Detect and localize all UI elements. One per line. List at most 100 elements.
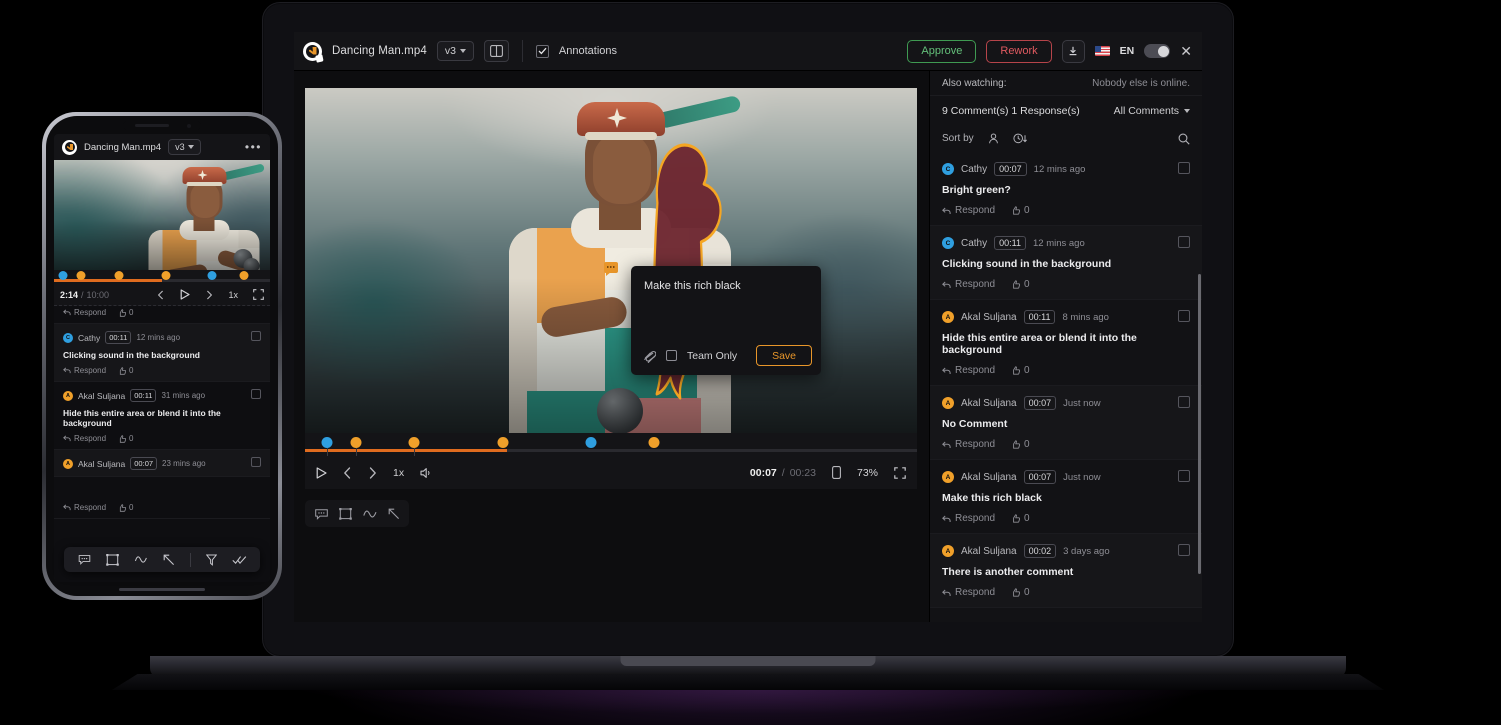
- play-icon[interactable]: [316, 467, 327, 479]
- save-button[interactable]: Save: [756, 345, 812, 366]
- comment-item[interactable]: AAkal Suljana00:118 mins agoHide this en…: [930, 300, 1202, 386]
- phone-timeline-marker-orange[interactable]: [114, 271, 123, 280]
- like-button[interactable]: 0: [1011, 439, 1030, 450]
- comment-timecode[interactable]: 00:07: [1024, 470, 1057, 484]
- comment-item[interactable]: AAkal Suljana00:07Just nowNo CommentResp…: [930, 386, 1202, 460]
- respond-button[interactable]: Respond: [63, 308, 106, 317]
- comment-resolve-checkbox[interactable]: [1178, 162, 1190, 174]
- comment-timecode[interactable]: 00:11: [994, 236, 1026, 250]
- phone-comment-resolve-checkbox[interactable]: [251, 331, 261, 341]
- comment-item[interactable]: CCathy00:0712 mins agoBright green?Respo…: [930, 152, 1202, 226]
- phone-next-frame-icon[interactable]: [205, 290, 213, 300]
- close-icon[interactable]: ✕: [1180, 44, 1192, 58]
- team-only-checkbox[interactable]: [666, 350, 677, 361]
- annotations-checkbox[interactable]: [536, 45, 549, 58]
- phone-comment-resolve-checkbox[interactable]: [251, 389, 261, 399]
- comment-item[interactable]: CCathy00:1112 mins agoClicking sound in …: [930, 226, 1202, 300]
- like-button[interactable]: 0: [1011, 587, 1030, 598]
- phone-timeline-marker-orange[interactable]: [162, 271, 171, 280]
- like-button[interactable]: 0: [118, 434, 133, 443]
- respond-button[interactable]: Respond: [63, 366, 106, 375]
- phone-comment-timecode[interactable]: 00:07: [130, 457, 157, 470]
- language-label[interactable]: EN: [1120, 45, 1135, 57]
- rectangle-tool-icon[interactable]: [339, 508, 352, 520]
- timeline-marker-orange[interactable]: [497, 437, 508, 448]
- comment-marker-icon[interactable]: [604, 262, 618, 273]
- respond-button[interactable]: Respond: [942, 205, 995, 216]
- next-frame-icon[interactable]: [368, 467, 377, 479]
- phone-comment-list[interactable]: Respond0CCathy00:1112 mins agoClicking s…: [54, 306, 270, 582]
- like-button[interactable]: 0: [118, 308, 133, 317]
- comment-resolve-checkbox[interactable]: [1178, 310, 1190, 322]
- freehand-tool-icon[interactable]: [134, 555, 148, 564]
- user-icon[interactable]: [988, 133, 999, 144]
- respond-button[interactable]: Respond: [63, 503, 106, 512]
- like-button[interactable]: 0: [1011, 365, 1030, 376]
- respond-button[interactable]: Respond: [942, 365, 995, 376]
- paperclip-icon[interactable]: [642, 349, 656, 363]
- comment-resolve-checkbox[interactable]: [1178, 396, 1190, 408]
- like-button[interactable]: 0: [1011, 513, 1030, 524]
- comment-timecode[interactable]: 00:07: [1024, 396, 1057, 410]
- timeline-marker-orange[interactable]: [350, 437, 361, 448]
- comment-item[interactable]: AAkal Suljana00:07Just nowMake this rich…: [930, 460, 1202, 534]
- like-button[interactable]: 0: [1011, 279, 1030, 290]
- zoom-level[interactable]: 73%: [857, 467, 878, 479]
- respond-button[interactable]: Respond: [942, 513, 995, 524]
- filter-icon[interactable]: [206, 554, 217, 566]
- double-check-icon[interactable]: [232, 555, 247, 565]
- search-icon[interactable]: [1178, 133, 1190, 145]
- volume-icon[interactable]: [420, 467, 433, 479]
- comment-filter-dropdown[interactable]: All Comments: [1114, 105, 1190, 117]
- phone-play-icon[interactable]: [180, 289, 190, 300]
- comment-tool-icon[interactable]: [315, 508, 328, 520]
- phone-comment-timecode[interactable]: 00:11: [130, 389, 156, 402]
- comment-popup-text[interactable]: Make this rich black: [631, 266, 821, 345]
- video-canvas[interactable]: Make this rich black Team Only Save: [305, 88, 917, 433]
- freehand-tool-icon[interactable]: [363, 509, 377, 519]
- phone-timeline-marker-orange[interactable]: [77, 271, 86, 280]
- phone-timeline-marker-orange[interactable]: [240, 271, 249, 280]
- respond-button[interactable]: Respond: [942, 279, 995, 290]
- like-button[interactable]: 0: [1011, 205, 1030, 216]
- comment-resolve-checkbox[interactable]: [1178, 236, 1190, 248]
- phone-comment-item-tail[interactable]: Respond 0: [54, 477, 270, 519]
- comment-tool-icon[interactable]: [78, 554, 91, 565]
- phone-timeline-marker-blue[interactable]: [58, 271, 67, 280]
- rework-button[interactable]: Rework: [986, 40, 1051, 63]
- phone-comment-item[interactable]: AAkal Suljana00:0723 mins ago: [54, 450, 270, 477]
- settings-toggle[interactable]: [1144, 44, 1170, 58]
- phone-playback-rate[interactable]: 1x: [228, 290, 238, 300]
- approve-button[interactable]: Approve: [907, 40, 976, 63]
- comment-timecode[interactable]: 00:07: [994, 162, 1027, 176]
- phone-comment-item[interactable]: AAkal Suljana00:1131 mins agoHide this e…: [54, 382, 270, 450]
- clock-sort-icon[interactable]: [1013, 133, 1028, 144]
- comment-resolve-checkbox[interactable]: [1178, 470, 1190, 482]
- timeline-marker-orange[interactable]: [408, 437, 419, 448]
- phone-comment-item-partial[interactable]: Respond 0: [54, 306, 270, 324]
- phone-comment-timecode[interactable]: 00:11: [105, 331, 131, 344]
- comment-item[interactable]: AAkal Suljana00:023 days agoThere is ano…: [930, 534, 1202, 608]
- comment-timecode[interactable]: 00:02: [1024, 544, 1057, 558]
- phone-comment-resolve-checkbox[interactable]: [251, 457, 261, 467]
- comment-timecode[interactable]: 00:11: [1024, 310, 1056, 324]
- timeline-scrubber[interactable]: [305, 433, 917, 456]
- respond-button[interactable]: Respond: [63, 434, 106, 443]
- phone-video[interactable]: [54, 160, 270, 270]
- phone-version-selector[interactable]: v3: [168, 139, 201, 155]
- respond-button[interactable]: Respond: [942, 439, 995, 450]
- phone-timeline-scrubber[interactable]: [54, 270, 270, 284]
- phone-timeline-marker-blue[interactable]: [207, 271, 216, 280]
- more-options-icon[interactable]: •••: [245, 141, 262, 153]
- mobile-preview-icon[interactable]: [832, 466, 841, 479]
- comment-resolve-checkbox[interactable]: [1178, 544, 1190, 556]
- prev-frame-icon[interactable]: [343, 467, 352, 479]
- timeline-marker-blue[interactable]: [585, 437, 596, 448]
- comment-popup[interactable]: Make this rich black Team Only Save: [631, 266, 821, 375]
- respond-button[interactable]: Respond: [942, 587, 995, 598]
- like-button[interactable]: 0: [118, 503, 133, 512]
- phone-prev-frame-icon[interactable]: [157, 290, 165, 300]
- timeline-marker-orange[interactable]: [648, 437, 659, 448]
- arrow-tool-icon[interactable]: [388, 508, 400, 520]
- comment-list[interactable]: CCathy00:0712 mins agoBright green?Respo…: [930, 152, 1202, 622]
